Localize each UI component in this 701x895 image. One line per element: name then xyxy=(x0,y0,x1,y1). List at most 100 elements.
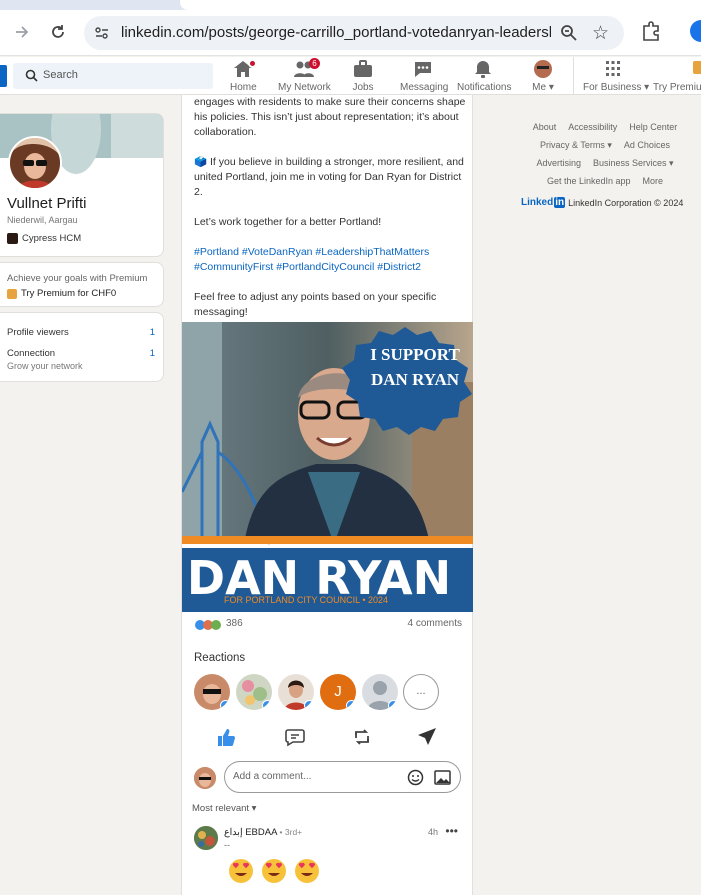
network-icon: 6 xyxy=(294,58,320,78)
active-tab[interactable] xyxy=(180,0,701,10)
footer-links: About Accessibility Help Center Privacy … xyxy=(510,118,700,190)
nav-label: Notifications xyxy=(457,82,512,93)
nav-label: Messaging xyxy=(400,82,449,93)
network-badge: 6 xyxy=(309,58,320,69)
search-icon xyxy=(25,69,38,82)
post-body: engages with residents to make sure thei… xyxy=(194,95,466,335)
post-hashtags[interactable]: #Portland #VoteDanRyan #LeadershipThatMa… xyxy=(194,245,466,275)
commenter-avatar[interactable] xyxy=(194,826,218,850)
footer-link-more[interactable]: More xyxy=(643,172,664,190)
comment-input[interactable]: Add a comment... xyxy=(224,761,461,793)
banner-subtitle: FOR PORTLAND CITY COUNCIL • 2024 xyxy=(224,595,388,605)
post-paragraph: Feel free to adjust any points based on … xyxy=(194,291,437,318)
repost-button[interactable] xyxy=(351,726,373,748)
badge-line-2: DAN RYAN xyxy=(371,370,460,389)
chevron-down-icon: ▾ xyxy=(548,82,554,93)
reaction-count[interactable]: 386 xyxy=(226,618,243,629)
site-settings-icon[interactable] xyxy=(94,25,110,41)
connection-degree: • 3rd+ xyxy=(279,827,303,837)
like-button[interactable] xyxy=(215,726,237,748)
messaging-icon xyxy=(413,60,433,78)
reload-icon[interactable] xyxy=(44,18,72,46)
commenter-name[interactable]: إبداع EBDAA • 3rd+ xyxy=(224,827,302,838)
premium-cta-label: Try Premium for CHF0 xyxy=(21,288,117,299)
forward-icon[interactable] xyxy=(8,18,36,46)
post-paragraph: engages with residents to make sure thei… xyxy=(194,96,466,138)
profile-name[interactable]: Vullnet Prifti xyxy=(7,195,86,212)
profile-company[interactable]: Cypress HCM xyxy=(7,233,81,244)
nav-messaging[interactable]: Messaging xyxy=(400,60,449,94)
send-button[interactable] xyxy=(416,726,438,748)
nav-for-business[interactable]: For Business ▾ xyxy=(583,60,650,94)
post-card: engages with residents to make sure thei… xyxy=(181,95,473,895)
company-name: Cypress HCM xyxy=(22,233,82,244)
grid-icon xyxy=(603,60,623,78)
post-paragraph: Let’s work together for a better Portlan… xyxy=(194,216,382,228)
nav-label: For Business ▾ xyxy=(583,82,650,93)
nav-try-premium[interactable]: Try Premium xyxy=(653,60,701,94)
post-image[interactable]: I SUPPORT DAN RYAN DAN RYAN FOR PORTLAND… xyxy=(182,322,473,612)
sort-dropdown[interactable]: Most relevant ▾ xyxy=(192,803,256,814)
bookmark-star-icon[interactable]: ☆ xyxy=(592,22,609,45)
reactor-avatar[interactable] xyxy=(236,674,272,710)
chevron-down-icon: ▾ xyxy=(251,803,257,814)
footer-link-privacy-terms[interactable]: Privacy & Terms ▾ xyxy=(540,136,612,154)
comment-composer: Add a comment... xyxy=(192,761,462,793)
linkedin-wordmark-icon: Linked in xyxy=(521,197,566,208)
extensions-icon[interactable] xyxy=(640,20,662,42)
reactor-avatar[interactable]: J xyxy=(320,674,356,710)
try-premium-link[interactable]: Try Premium for CHF0 xyxy=(7,288,116,299)
footer-link-advertising[interactable]: Advertising xyxy=(536,154,581,172)
address-bar[interactable]: linkedin.com/posts/george-carrillo_portl… xyxy=(84,16,624,50)
heart-eyes-emoji-icon xyxy=(262,859,286,883)
premium-icon xyxy=(689,60,701,78)
profile-avatar[interactable] xyxy=(8,136,62,190)
profile-viewers-row[interactable]: Profile viewers 1 xyxy=(7,327,155,338)
profile-card[interactable]: Vullnet Prifti Niederwil, Aargau Cypress… xyxy=(0,113,164,257)
footer-link-help-center[interactable]: Help Center xyxy=(629,118,677,136)
url-text[interactable]: linkedin.com/posts/george-carrillo_portl… xyxy=(121,24,551,41)
notification-dot xyxy=(248,59,257,68)
reactor-avatar[interactable] xyxy=(194,674,230,710)
linkedin-corporation-notice: Linked in LinkedIn Corporation © 2024 xyxy=(521,197,683,208)
reactor-avatar[interactable] xyxy=(362,674,398,710)
bell-icon xyxy=(473,60,493,78)
my-avatar xyxy=(194,767,216,789)
nav-me[interactable]: Me ▾ xyxy=(530,60,556,94)
nav-my-network[interactable]: 6 My Network xyxy=(278,58,331,94)
connections-value: 1 xyxy=(149,348,155,359)
profile-location: Niederwil, Aargau xyxy=(7,215,78,225)
nav-label: Home xyxy=(230,82,257,93)
nav-jobs[interactable]: Jobs xyxy=(352,60,374,94)
zoom-icon[interactable] xyxy=(560,24,578,42)
nav-notifications[interactable]: Notifications xyxy=(457,60,512,94)
reactions-heading: Reactions xyxy=(194,652,246,664)
reaction-icons[interactable] xyxy=(194,619,224,631)
heart-eyes-emoji-icon xyxy=(229,859,253,883)
search-input[interactable]: Search xyxy=(13,63,213,89)
comment-button[interactable] xyxy=(284,726,306,748)
connections-row[interactable]: Connection 1 xyxy=(7,348,155,359)
like-badge-icon xyxy=(262,700,272,710)
more-reactions-button[interactable]: ... xyxy=(403,674,439,710)
footer-link-get-app[interactable]: Get the LinkedIn app xyxy=(547,172,631,190)
company-logo-icon xyxy=(7,233,18,244)
emoji-icon[interactable] xyxy=(407,769,424,786)
linkedin-global-nav: Search Home 6 My Network Jobs Messaging … xyxy=(0,57,701,95)
browser-profile-icon[interactable] xyxy=(690,20,701,42)
nav-label: Try Premium xyxy=(653,82,701,93)
profile-viewers-label: Profile viewers xyxy=(7,327,69,338)
nav-home[interactable]: Home xyxy=(230,59,257,94)
image-icon[interactable] xyxy=(434,770,451,785)
footer-link-business-services[interactable]: Business Services ▾ xyxy=(593,154,674,172)
comment-options-button[interactable]: ••• xyxy=(445,824,458,838)
linkedin-logo-icon[interactable] xyxy=(0,65,7,87)
reactor-avatar[interactable] xyxy=(278,674,314,710)
premium-card[interactable]: Achieve your goals with Premium Try Prem… xyxy=(0,262,164,307)
footer-link-accessibility[interactable]: Accessibility xyxy=(568,118,617,136)
like-badge-icon xyxy=(388,700,398,710)
footer-link-about[interactable]: About xyxy=(533,118,557,136)
connections-label: Connection xyxy=(7,348,56,359)
comments-count[interactable]: 4 comments xyxy=(408,618,462,629)
footer-link-ad-choices[interactable]: Ad Choices xyxy=(624,136,670,154)
